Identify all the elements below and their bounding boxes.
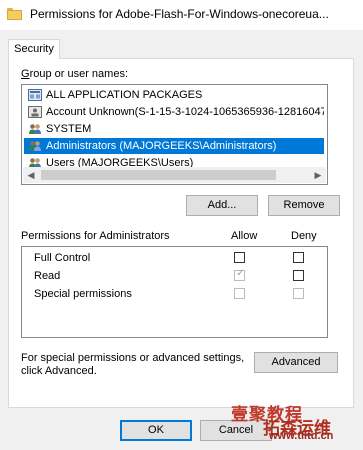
horizontal-scrollbar[interactable]: ◀ ▶ (23, 167, 326, 183)
unknown-user-icon (28, 106, 42, 118)
title-bar: Permissions for Adobe-Flash-For-Windows-… (0, 0, 363, 30)
allow-read-checkbox[interactable]: ✓ (234, 268, 245, 281)
list-item-selected[interactable]: Administrators (MAJORGEEKS\Administrator… (24, 138, 324, 154)
tab-security[interactable]: Security (8, 39, 60, 59)
list-item[interactable]: ALL APPLICATION PACKAGES (24, 87, 324, 103)
ok-button[interactable]: OK (120, 420, 192, 441)
folder-icon (7, 8, 22, 20)
remove-button[interactable]: Remove (268, 195, 340, 216)
permission-name: Full Control (34, 252, 91, 264)
watermark: 壹聚教程 拓森运维 www.tlltd.cn (229, 400, 359, 442)
deny-special-checkbox[interactable] (293, 288, 304, 299)
group-users-label: Group or user names: (21, 68, 128, 80)
package-icon (28, 89, 42, 101)
users-listbox[interactable]: ALL APPLICATION PACKAGES Account Unknown… (21, 84, 328, 185)
allow-full-control-checkbox[interactable] (234, 252, 245, 263)
advanced-note: For special permissions or advanced sett… (21, 352, 245, 377)
checkmark-icon: ✓ (236, 268, 245, 279)
deny-full-control-checkbox[interactable] (293, 252, 304, 263)
list-item[interactable]: Account Unknown(S-1-15-3-1024-1065365936… (24, 104, 324, 120)
watermark-url: www.tlltd.cn (269, 430, 334, 442)
add-button[interactable]: Add... (186, 195, 258, 216)
permission-name: Special permissions (34, 288, 132, 300)
window-title: Permissions for Adobe-Flash-For-Windows-… (30, 7, 329, 21)
scroll-left-icon[interactable]: ◀ (23, 167, 39, 183)
allow-header: Allow (231, 230, 258, 242)
scroll-right-icon[interactable]: ▶ (310, 167, 326, 183)
permission-name: Read (34, 270, 61, 282)
allow-special-checkbox[interactable] (234, 288, 245, 299)
users-group-icon (29, 124, 41, 134)
list-item[interactable]: SYSTEM (24, 121, 324, 137)
scrollbar-thumb[interactable] (41, 170, 276, 180)
users-group-icon (29, 141, 41, 151)
permissions-label: Permissions for Administrators (21, 230, 170, 242)
advanced-button[interactable]: Advanced (254, 352, 338, 373)
deny-header: Deny (291, 230, 317, 242)
deny-read-checkbox[interactable] (293, 270, 304, 281)
